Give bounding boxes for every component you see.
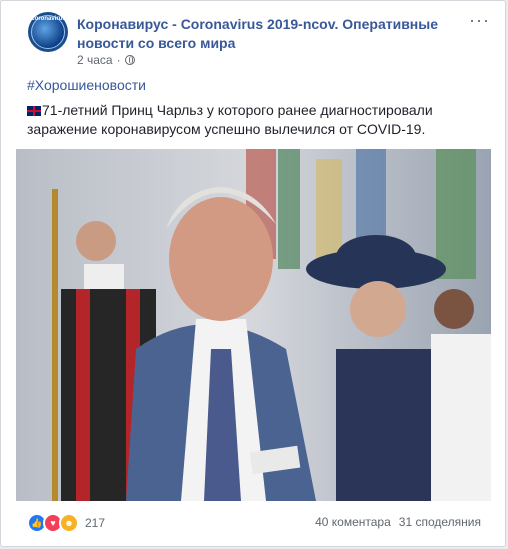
post-photo[interactable]: [16, 149, 491, 501]
meta-separator: ·: [116, 53, 121, 67]
page-avatar[interactable]: Coronavirus: [28, 12, 68, 52]
avatar-logo-text: Coronavirus: [30, 16, 66, 22]
reaction-count: 217: [85, 516, 106, 530]
page-name-link[interactable]: Коронавирус - Coronavirus 2019-ncov. Опе…: [77, 15, 477, 53]
shares-link[interactable]: 31 споделяния: [399, 515, 481, 529]
post-footer: 👍 ♥ ☻ 217 40 коментара 31 споделяния: [27, 513, 481, 533]
post-card: Coronavirus Коронавирус - Coronavirus 20…: [0, 0, 506, 547]
post-body: 71-летний Принц Чарльз у которого ранее …: [27, 102, 433, 137]
reactions-summary[interactable]: 👍 ♥ ☻ 217: [27, 513, 105, 533]
haha-icon: ☻: [59, 513, 79, 533]
post-text: 71-летний Принц Чарльз у которого ранее …: [27, 101, 487, 139]
globe-icon: [124, 55, 135, 65]
hashtag-link[interactable]: #Хорошиеновости: [27, 77, 146, 93]
post-meta: 2 часа ·: [77, 53, 135, 67]
uk-flag-icon: [27, 106, 41, 116]
post-time[interactable]: 2 часа: [77, 53, 113, 67]
post-stats: 40 коментара 31 споделяния: [315, 515, 481, 529]
comments-link[interactable]: 40 коментара: [315, 515, 391, 529]
photo-illustration: [16, 149, 491, 501]
more-icon[interactable]: ···: [469, 11, 490, 29]
